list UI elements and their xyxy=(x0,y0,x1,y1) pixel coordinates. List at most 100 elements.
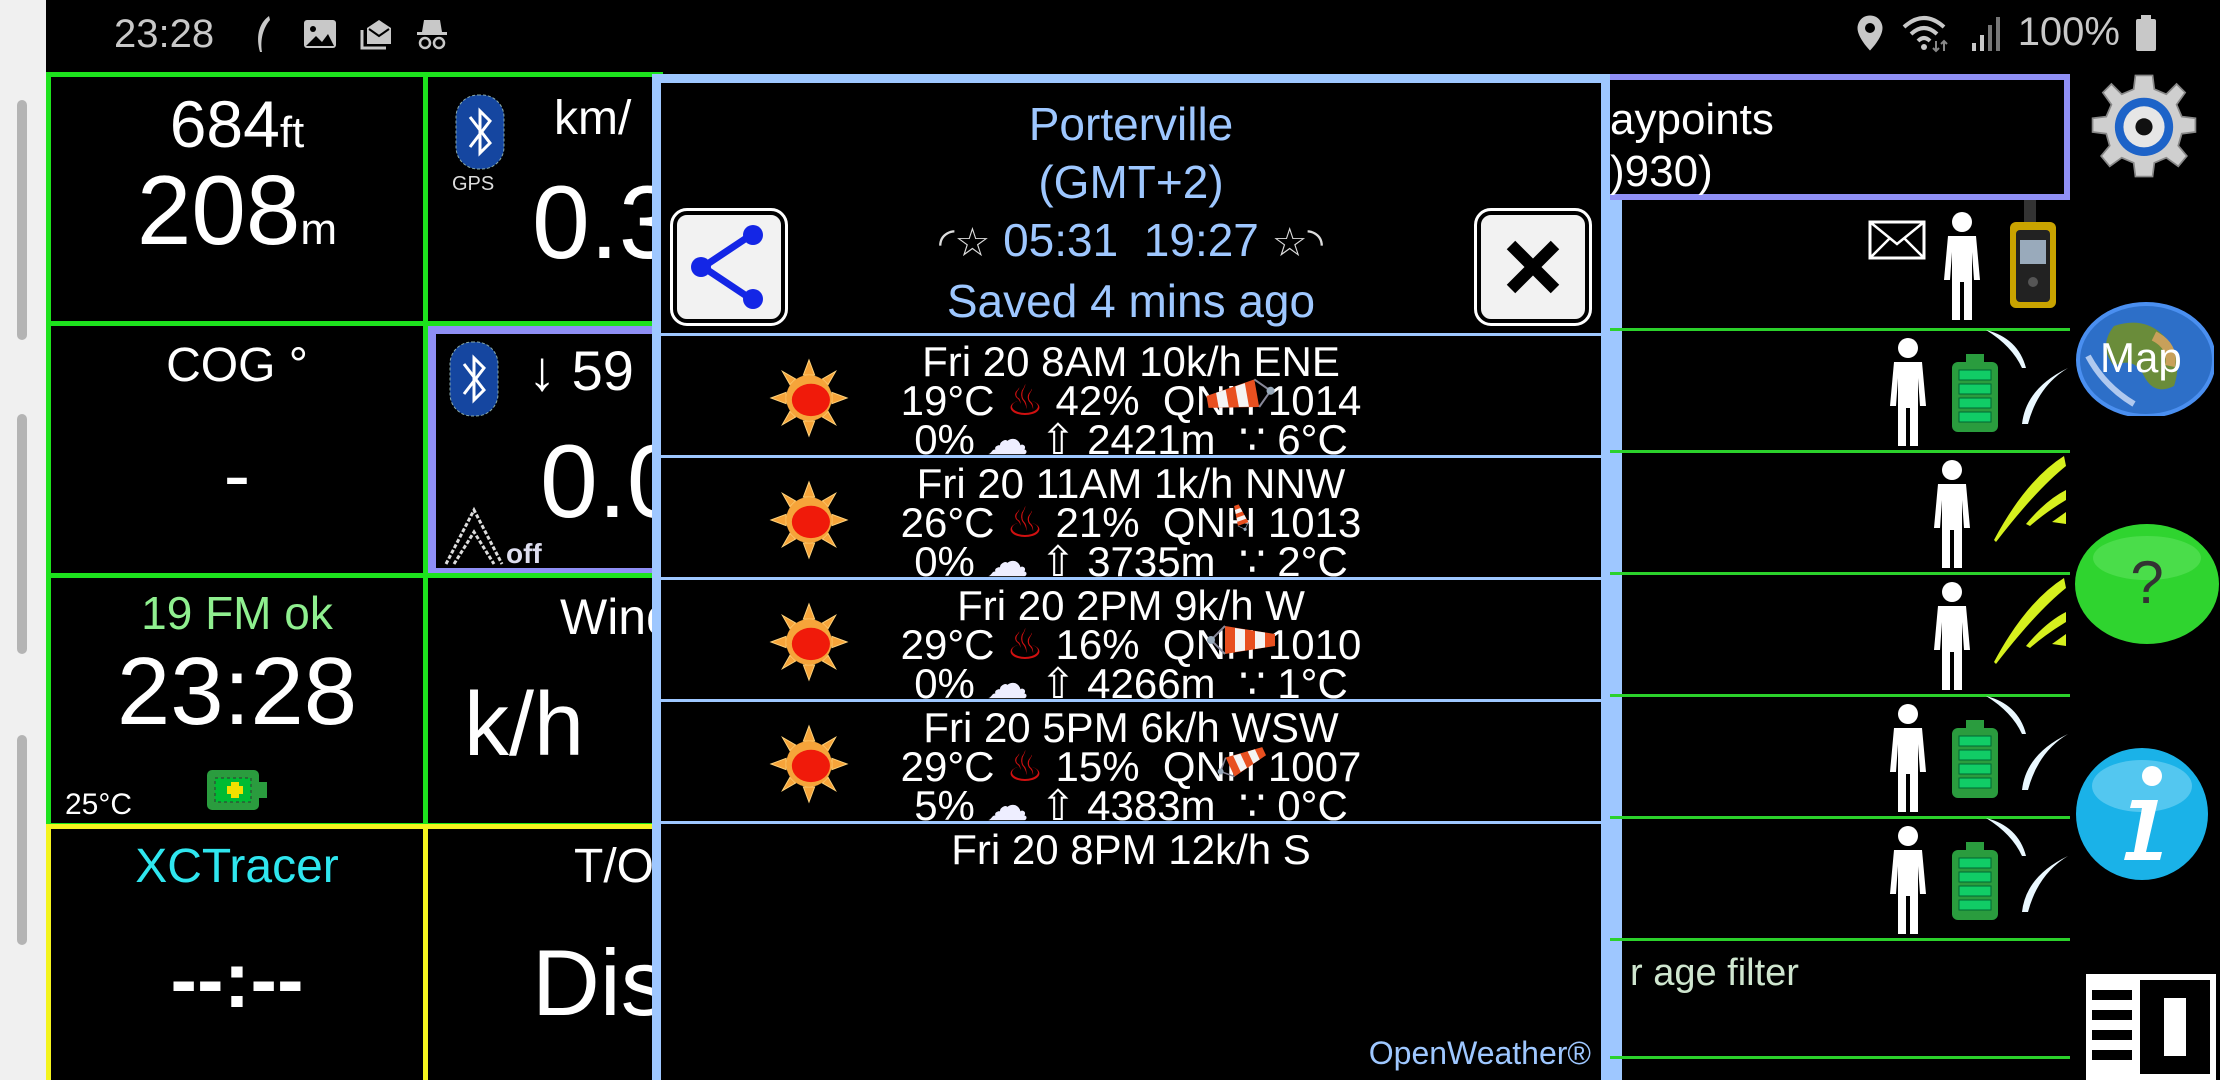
pilot-row[interactable] xyxy=(1610,450,2070,575)
glider-white-icon xyxy=(1986,818,2068,912)
person-icon xyxy=(1890,704,1926,812)
feather-icon xyxy=(258,16,270,52)
map-button[interactable]: Map xyxy=(2074,296,2216,418)
vario-tile[interactable]: ↓ 59 0.0 off xyxy=(428,326,668,576)
battery-charging-icon xyxy=(207,770,267,810)
sunrise-time: 05:31 xyxy=(1003,214,1119,266)
waypoints-box[interactable]: aypoints )930) xyxy=(1600,74,2070,200)
altitude-meters: 208 xyxy=(136,155,301,265)
forecast-conditions: 19°C ♨ 42% QNH 1014 xyxy=(661,380,1601,422)
age-filter-row[interactable]: r age filter xyxy=(1610,938,2070,1059)
altitude-feet-unit: ft xyxy=(279,108,305,157)
layout-toggle-icon[interactable] xyxy=(2086,974,2216,1080)
wind-unit: k/h xyxy=(464,675,585,775)
pilot-row[interactable] xyxy=(1610,816,2070,941)
forecast-row[interactable]: Fri 20 8PM 12k/h S ♨ ☁ ⇧ ∵ xyxy=(661,821,1601,946)
bluetooth-icon xyxy=(449,341,499,417)
status-time: 23:28 xyxy=(114,12,215,56)
windsock-icon xyxy=(1207,625,1275,655)
altitude-meters-unit: m xyxy=(300,205,338,254)
takeoff-value: Dis xyxy=(532,930,663,1035)
cog-tile[interactable]: COG ° - xyxy=(46,321,428,578)
cog-label: COG ° xyxy=(166,339,308,392)
person-icon xyxy=(1890,338,1926,446)
person-icon xyxy=(1934,460,1970,568)
speed-unit: km/ xyxy=(554,92,632,145)
vario-climb-icon xyxy=(1994,456,2066,542)
pilot-row[interactable] xyxy=(1610,200,2070,331)
takeoff-label: T/O xyxy=(574,840,654,893)
forecast-conditions: 26°C ♨ 21% QNH 1013 xyxy=(661,502,1601,544)
wind-tile[interactable]: Wind k/h xyxy=(423,573,663,828)
sunset-icon: ☆◝ xyxy=(1271,221,1324,265)
pilot-row[interactable] xyxy=(1610,572,2070,697)
pilot-row[interactable] xyxy=(1610,694,2070,819)
timezone: (GMT+2) xyxy=(1038,156,1224,208)
incognito-icon xyxy=(417,20,447,50)
info-icon xyxy=(2076,748,2208,880)
wifi-icon xyxy=(1902,15,1948,52)
device-temperature: 25°C xyxy=(65,788,133,821)
signal-icon xyxy=(1971,16,2000,51)
battery-percent: 100% xyxy=(2017,10,2120,54)
waypoints-count: )930) xyxy=(1610,147,1713,196)
close-button[interactable] xyxy=(1474,208,1592,326)
clock-time: 23:28 xyxy=(116,638,358,745)
sunrise-icon: ◜☆ xyxy=(938,221,991,265)
person-icon xyxy=(1890,826,1926,934)
scroll-handle[interactable] xyxy=(17,414,27,654)
mail-stack-icon xyxy=(360,20,391,50)
altitude-tile[interactable]: 684ft 208m xyxy=(46,72,428,326)
forecast-clouds: 0% ☁ ⇧ 3735m ∵ 2°C xyxy=(661,541,1601,583)
weather-popup: Porterville (GMT+2) ◜☆ 05:31 19:27 ☆◝ Sa… xyxy=(652,74,1610,1080)
bluetooth-icon xyxy=(455,94,505,170)
share-button[interactable] xyxy=(670,208,788,326)
vario-value: 0.0 xyxy=(540,424,668,540)
help-button[interactable]: ? xyxy=(2074,518,2219,644)
scroll-handle[interactable] xyxy=(17,735,27,945)
pilot-row[interactable] xyxy=(1610,328,2070,453)
forecast-clouds: 0% ☁ ⇧ 4266m ∵ 1°C xyxy=(661,663,1601,705)
takeoff-tile[interactable]: T/O Dis xyxy=(423,824,663,1080)
glider-white-icon xyxy=(1986,696,2068,790)
xctracer-tile[interactable]: XCTracer --:-- xyxy=(46,824,428,1080)
saved-status: Saved 4 mins ago xyxy=(946,275,1316,327)
forecast-row[interactable]: Fri 20 8AM 10k/h ENE 19°C ♨ 42% QNH 1014… xyxy=(661,333,1601,461)
person-icon xyxy=(1944,212,1980,320)
openweather-attribution[interactable]: OpenWeather® xyxy=(1369,1035,1591,1072)
forecast-clouds: 0% ☁ ⇧ 2421m ∵ 6°C xyxy=(661,419,1601,461)
close-icon xyxy=(1506,240,1560,294)
speed-value: 0.3 xyxy=(532,165,663,281)
forecast-row[interactable]: Fri 20 2PM 9k/h W 29°C ♨ 16% QNH 1010 0%… xyxy=(661,577,1601,705)
settings-gear-icon[interactable] xyxy=(2074,72,2214,192)
sun-times: ◜☆ 05:31 19:27 ☆◝ xyxy=(661,211,1601,272)
image-icon xyxy=(304,20,336,48)
wind-label: Wind xyxy=(560,589,663,645)
clock-tile[interactable]: 19 FM ok 23:28 25°C xyxy=(46,573,428,828)
share-icon xyxy=(691,225,763,309)
info-button[interactable] xyxy=(2074,746,2214,880)
person-icon xyxy=(1934,582,1970,690)
forecast-conditions: 29°C ♨ 16% QNH 1010 xyxy=(661,624,1601,666)
forecast-header: Fri 20 2PM 9k/h W xyxy=(957,582,1305,629)
auto-climb-icon[interactable] xyxy=(444,506,508,568)
auto-climb-label: off xyxy=(506,538,542,569)
forecast-header: Fri 20 5PM 6k/h WSW xyxy=(923,704,1339,751)
xctracer-label: XCTracer xyxy=(135,840,339,893)
weather-header: Porterville (GMT+2) ◜☆ 05:31 19:27 ☆◝ Sa… xyxy=(661,83,1601,333)
forecast-header: Fri 20 8PM 12k/h S xyxy=(951,826,1311,873)
forecast-row[interactable]: Fri 20 5PM 6k/h WSW 29°C ♨ 15% QNH 1007 … xyxy=(661,699,1601,827)
status-right: 100% xyxy=(1854,10,2158,55)
forecast-clouds: 5% ☁ ⇧ 4383m ∵ 0°C xyxy=(661,785,1601,827)
forecast-header: Fri 20 11AM 1k/h NNW xyxy=(916,460,1346,507)
glider-white-icon xyxy=(1986,330,2068,424)
forecast-row[interactable]: Fri 20 11AM 1k/h NNW 26°C ♨ 21% QNH 1013… xyxy=(661,455,1601,583)
scroll-handle[interactable] xyxy=(17,100,27,340)
cog-value: - xyxy=(223,430,251,519)
satellite-tracker-icon xyxy=(2010,200,2056,308)
location-icon xyxy=(1857,15,1883,50)
vario-arrow: ↓ xyxy=(528,339,556,402)
speed-tile[interactable]: GPS km/ 0.3 xyxy=(423,72,663,326)
message-icon[interactable] xyxy=(1868,220,1926,260)
bt-gps-label: GPS xyxy=(452,173,495,195)
